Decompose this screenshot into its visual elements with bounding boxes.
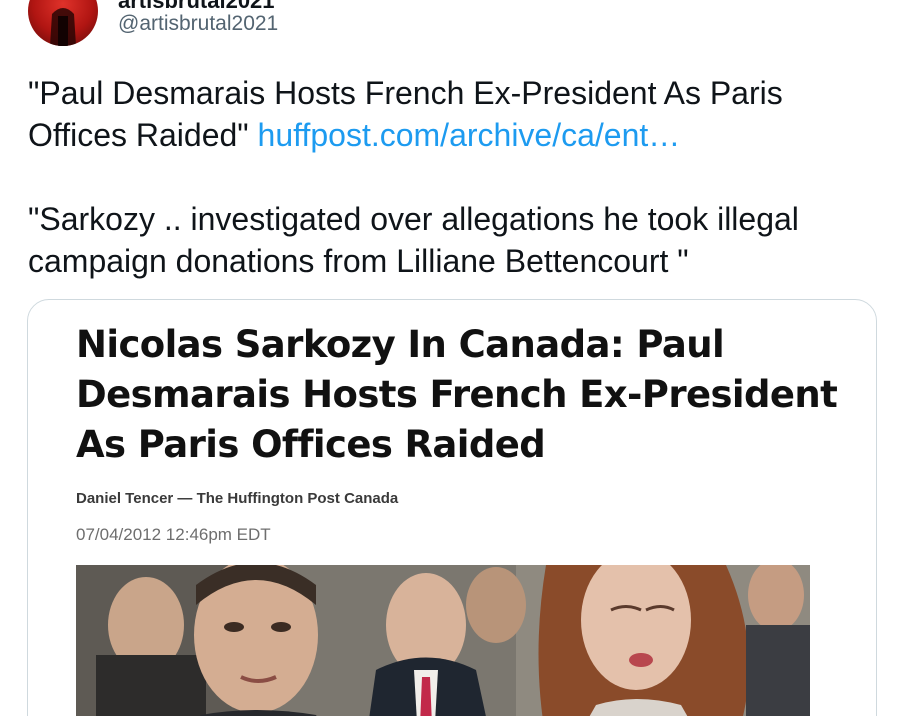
avatar-image (50, 8, 76, 46)
tweet-paragraph-2: "Sarkozy .. investigated over allegation… (28, 201, 799, 279)
article-photo (76, 565, 810, 716)
article-timestamp: 07/04/2012 12:46pm EDT (76, 525, 271, 544)
tweet-paragraph-1: "Paul Desmarais Hosts French Ex-Presiden… (28, 72, 878, 156)
author-handle[interactable]: @artisbrutal2021 (118, 12, 278, 36)
article-byline: Daniel Tencer — The Huffington Post Cana… (76, 490, 399, 507)
article-photo-image (76, 565, 810, 716)
avatar[interactable] (28, 0, 98, 46)
article-headline: Nicolas Sarkozy In Canada: Paul Desmarai… (76, 323, 838, 466)
link-preview-card[interactable]: Nicolas Sarkozy In Canada: Paul Desmarai… (27, 299, 877, 716)
tweet-text: "Paul Desmarais Hosts French Ex-Presiden… (28, 72, 878, 282)
article-link[interactable]: huffpost.com/archive/ca/ent… (258, 117, 681, 153)
